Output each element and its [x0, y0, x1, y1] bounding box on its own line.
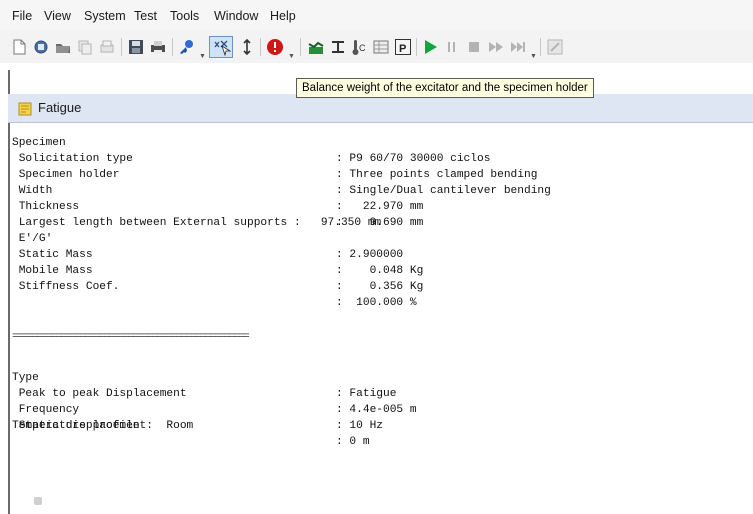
svg-text:P: P [399, 43, 406, 55]
report-row: Specimen holder : Single/Dual cantilever… [12, 151, 712, 197]
window-title: Fatigue [38, 100, 82, 115]
stop-icon[interactable] [266, 38, 284, 56]
menu-system[interactable]: System [84, 9, 126, 23]
copy-icon[interactable] [76, 38, 94, 56]
toolbar-separator [416, 38, 417, 56]
report-row: E'/G' : 2.900000 [12, 215, 712, 261]
toolbar-separator [121, 38, 122, 56]
pause-icon[interactable] [443, 38, 461, 56]
menu-view[interactable]: View [44, 9, 71, 23]
report-row: Width : 22.970 mm [12, 167, 712, 213]
report-row: Solicitation type : Three points clamped… [12, 135, 712, 181]
chart-icon[interactable] [307, 38, 325, 56]
report-row: Static Mass : 0.048 Kg [12, 231, 712, 277]
report-row: Static displacement : 0 m [12, 402, 712, 448]
menu-window[interactable]: Window [214, 9, 258, 23]
report-content: Specimen : P9 60/70 30000 ciclos Solicit… [12, 119, 712, 469]
row-label: Stiffness Coef. [12, 281, 120, 293]
report-row: Largest length between External supports… [12, 199, 712, 229]
stop-dropdown-arrow[interactable]: ▼ [288, 53, 295, 60]
report-row: Peak to peak Displacement : 4.4e-005 m [12, 370, 712, 416]
skip-end-icon[interactable] [509, 38, 527, 56]
temperature-profile: Temperature profile : Room [12, 420, 194, 432]
row-value: : 100.000 % [336, 297, 417, 309]
menu-help[interactable]: Help [270, 9, 296, 23]
row-value: : 0 m [336, 436, 370, 448]
report-row: Frequency : 10 Hz [12, 386, 712, 432]
test-heading-line: Type : Fatigue [12, 354, 712, 400]
toolbar-separator [540, 38, 541, 56]
print-icon[interactable] [149, 38, 167, 56]
play-icon[interactable] [421, 38, 439, 56]
svg-text:C: C [359, 43, 366, 53]
balance-weight-icon[interactable] [209, 36, 233, 58]
toolbar-separator [300, 38, 301, 56]
new-icon[interactable] [10, 38, 28, 56]
document-icon [18, 102, 32, 116]
key-icon[interactable] [178, 38, 196, 56]
browse-icon[interactable] [54, 38, 72, 56]
vertical-arrows-icon[interactable] [238, 38, 256, 56]
print-preview-icon[interactable] [98, 38, 116, 56]
row-value: : 10 Hz [336, 420, 383, 432]
section-divider: ========================================… [12, 331, 250, 343]
key-dropdown-arrow[interactable]: ▼ [199, 53, 206, 60]
row-value: : 0.356 Kg [336, 281, 424, 293]
stop-square-icon[interactable] [465, 38, 483, 56]
transport-dropdown-arrow[interactable]: ▼ [530, 53, 537, 60]
report-row: Mobile Mass : 0.356 Kg [12, 247, 712, 293]
open-icon[interactable] [32, 38, 50, 56]
toolbar-separator [172, 38, 173, 56]
export-icon[interactable] [546, 38, 564, 56]
mouse-pointer-residue [34, 497, 42, 505]
menu-tools[interactable]: Tools [170, 9, 199, 23]
fast-forward-icon[interactable] [487, 38, 505, 56]
table-icon[interactable] [372, 38, 390, 56]
save-icon[interactable] [127, 38, 145, 56]
menu-test[interactable]: Test [134, 9, 157, 23]
specimen-heading-line: Specimen : P9 60/70 30000 ciclos [12, 119, 712, 165]
report-row: Stiffness Coef. : 100.000 % [12, 263, 712, 309]
toolbar-separator [260, 38, 261, 56]
temperature-icon[interactable]: C [350, 38, 368, 56]
parameters-icon[interactable]: P [394, 38, 412, 56]
report-row: Thickness : 9.690 mm [12, 183, 712, 229]
measure-icon[interactable] [329, 38, 347, 56]
menu-file[interactable]: File [12, 9, 32, 23]
toolbar-tooltip: Balance weight of the excitator and the … [296, 78, 594, 98]
menu-bar: File View System Test Tools Window Help [0, 0, 753, 30]
